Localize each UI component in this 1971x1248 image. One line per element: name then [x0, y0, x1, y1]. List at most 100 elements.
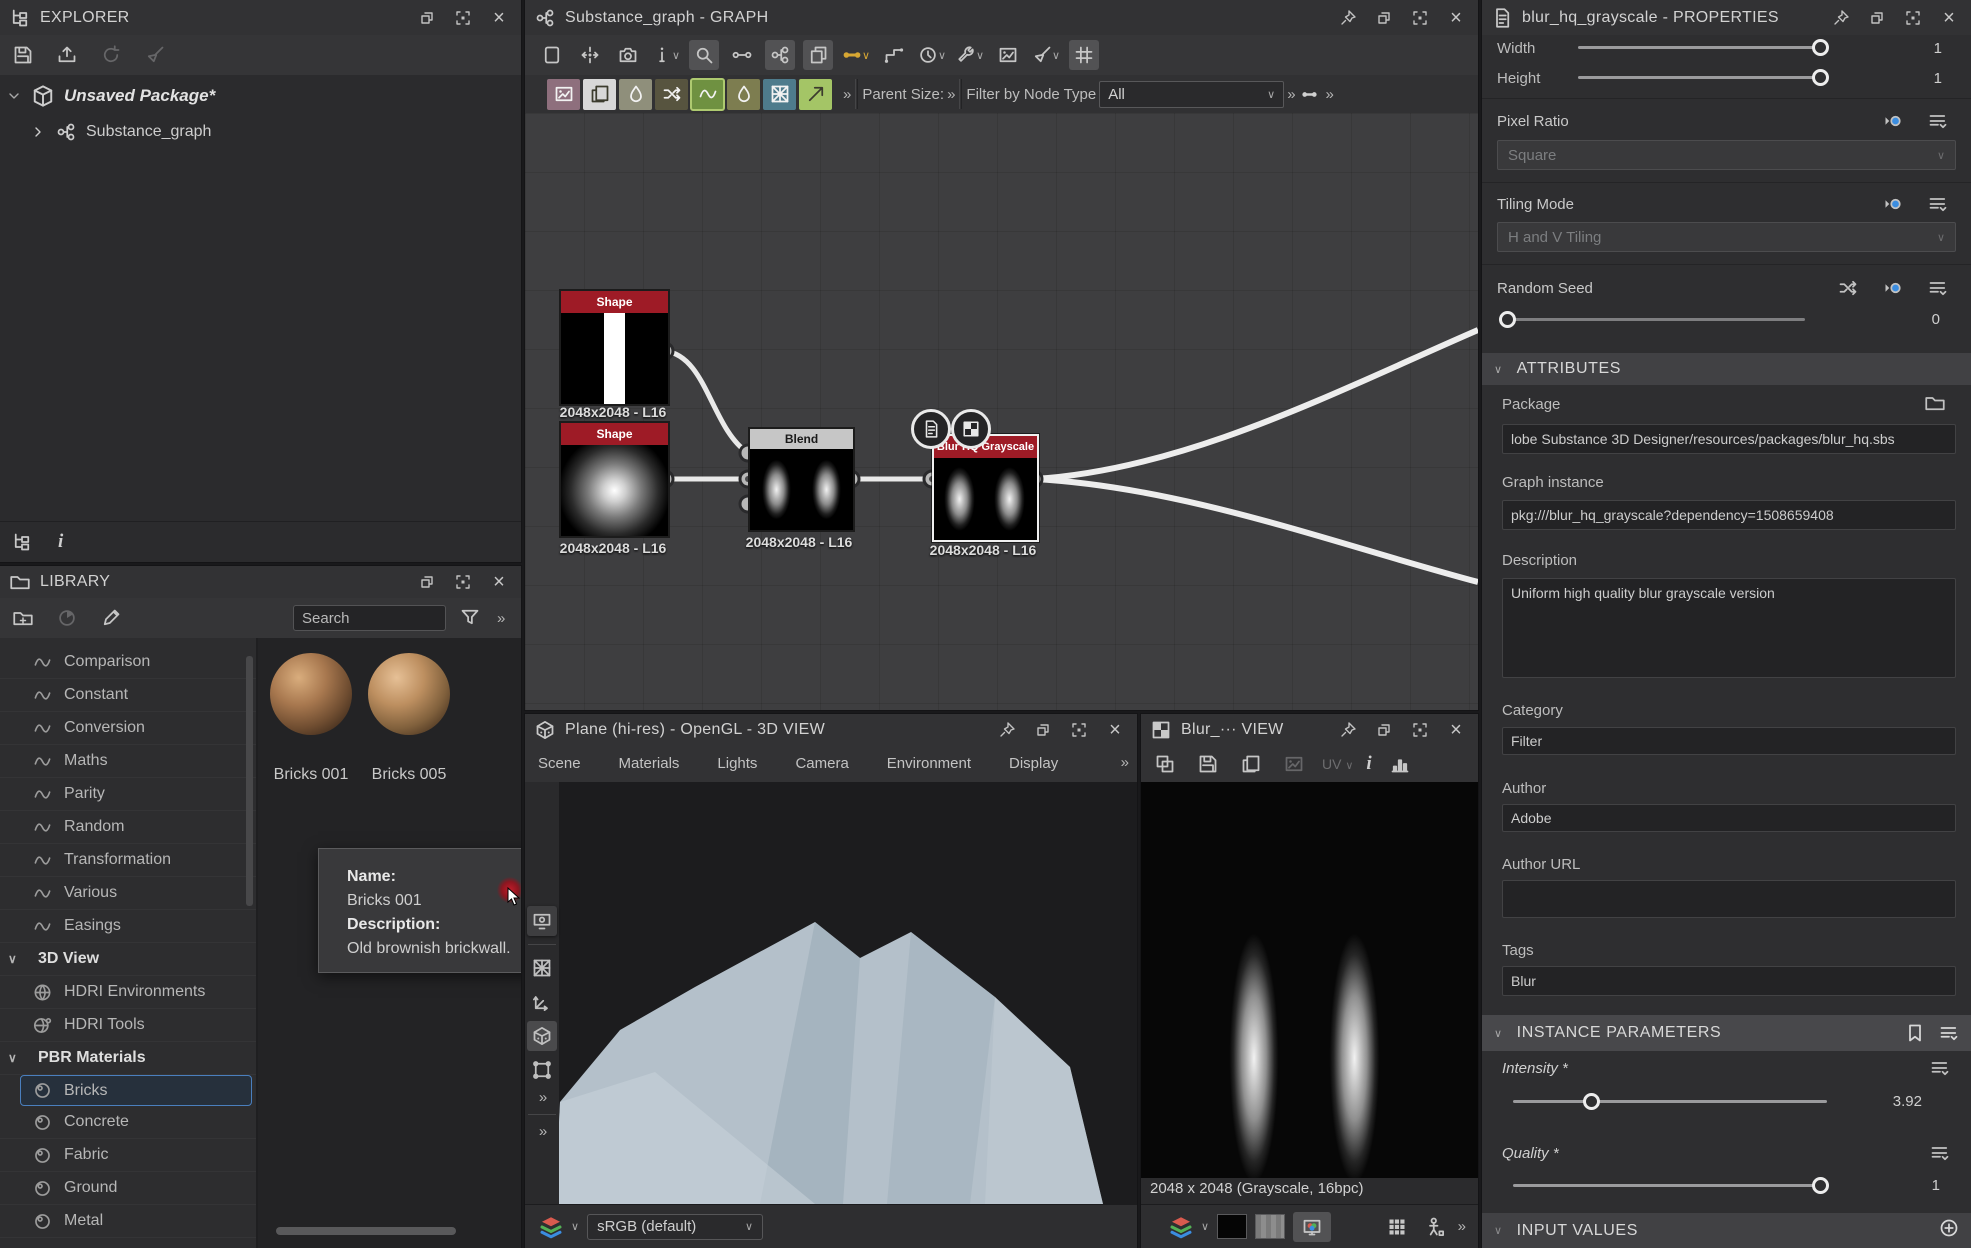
tile-view-button[interactable] — [1382, 1212, 1412, 1242]
display-filter-button[interactable] — [1293, 1212, 1331, 1242]
pixel-ratio-menu-button[interactable] — [1925, 108, 1951, 134]
library-float-button[interactable] — [415, 570, 439, 594]
library-item-bricks[interactable]: Bricks — [20, 1075, 252, 1106]
reload-button[interactable] — [96, 40, 126, 70]
library-item-hdri-tools[interactable]: HDRI Tools — [0, 1009, 256, 1042]
mannequin-button[interactable] — [1420, 1212, 1450, 1242]
view2d-close-button[interactable]: × — [1444, 718, 1468, 742]
screenshot-button[interactable] — [613, 40, 643, 70]
library-list-scrollbar[interactable] — [246, 656, 253, 906]
uv-mode-dropdown[interactable]: UV ∨ — [1322, 756, 1353, 772]
material-thumbnail-bricks-001[interactable] — [270, 653, 352, 735]
clean-button[interactable] — [140, 40, 170, 70]
library-item-various[interactable]: Various — [0, 877, 256, 910]
tree-item-graph[interactable]: Substance_graph — [30, 122, 211, 142]
view3d-menu-overflow-icon[interactable]: » — [1121, 754, 1127, 771]
quality-slider[interactable] — [1513, 1184, 1827, 1187]
library-maximize-button[interactable] — [451, 570, 475, 594]
attributes-section-header[interactable]: ∨ ATTRIBUTES — [1482, 353, 1971, 385]
view2d-viewport[interactable] — [1141, 782, 1478, 1178]
node-type-uniform-color-button[interactable] — [583, 79, 616, 110]
add-input-button[interactable] — [1939, 1218, 1959, 1238]
link-mode-button[interactable] — [727, 40, 757, 70]
library-item-parity[interactable]: Parity — [0, 778, 256, 811]
node-type-directional-warp-button[interactable] — [799, 79, 832, 110]
search-button[interactable] — [689, 40, 719, 70]
node-type-overflow-icon[interactable]: » — [843, 86, 849, 103]
pixel-ratio-function-button[interactable] — [1880, 108, 1906, 134]
copy-image-button[interactable] — [1236, 749, 1266, 779]
intensity-slider[interactable] — [1513, 1100, 1827, 1103]
expand-chevron-icon[interactable] — [30, 124, 46, 140]
explorer-float-button[interactable] — [415, 6, 439, 30]
colorspace-dropdown[interactable]: sRGB (default) ∨ — [587, 1214, 763, 1240]
transform-gizmo-button[interactable] — [527, 987, 557, 1017]
display-settings-button[interactable] — [527, 906, 557, 936]
tree-item-package[interactable]: Unsaved Package* — [6, 85, 215, 107]
library-item-hdri-environments[interactable]: HDRI Environments — [0, 976, 256, 1009]
instance-params-menu-button[interactable] — [1939, 1023, 1959, 1043]
toolbar-overflow-icon[interactable]: » — [1326, 86, 1332, 103]
view2d-float-button[interactable] — [1372, 718, 1396, 742]
thumbnails-button[interactable] — [993, 40, 1023, 70]
pixel-ratio-dropdown[interactable]: Square ∨ — [1497, 140, 1956, 170]
save-button[interactable] — [8, 40, 38, 70]
graph-view-button[interactable] — [765, 40, 795, 70]
tools-button[interactable]: ∨ — [955, 40, 985, 70]
material-thumbnail-bricks-005[interactable] — [368, 653, 450, 735]
edit-button[interactable] — [96, 603, 126, 633]
intensity-slider-handle[interactable] — [1583, 1093, 1600, 1110]
filter-button[interactable] — [455, 602, 485, 632]
node-type-filter-dropdown[interactable]: All ∨ — [1099, 81, 1284, 108]
perspective-button[interactable] — [527, 1021, 557, 1051]
graph-instance-input[interactable] — [1502, 500, 1956, 530]
view2d-colorspace-chevron[interactable]: ∨ — [1201, 1220, 1209, 1233]
library-item-comparison[interactable]: Comparison — [0, 646, 256, 679]
uv-quad-button[interactable] — [527, 953, 557, 983]
properties-pin-button[interactable] — [1829, 6, 1853, 30]
random-seed-slider[interactable] — [1507, 318, 1805, 321]
node-shape-2[interactable]: Shape — [559, 421, 670, 538]
library-item-random[interactable]: Random — [0, 811, 256, 844]
tiling-function-button[interactable] — [1880, 191, 1906, 217]
section-chevron-icon[interactable]: ∨ — [8, 1051, 26, 1065]
library-item-transformation[interactable]: Transformation — [0, 844, 256, 877]
info-tab-icon[interactable]: i — [58, 531, 63, 553]
preset-button[interactable] — [1905, 1023, 1925, 1043]
snap-grid-button[interactable] — [1069, 40, 1099, 70]
properties-maximize-button[interactable] — [1901, 6, 1925, 30]
node-blend[interactable]: Blend — [748, 427, 855, 532]
view3d-pin-button[interactable] — [995, 718, 1019, 742]
instance-parameters-header[interactable]: ∨ INSTANCE PARAMETERS — [1482, 1015, 1971, 1051]
library-item-ground[interactable]: Ground — [0, 1172, 256, 1205]
width-slider[interactable] — [1578, 46, 1827, 49]
random-seed-menu-button[interactable] — [1925, 275, 1951, 301]
layers-button[interactable] — [803, 40, 833, 70]
actual-size-button[interactable] — [575, 40, 605, 70]
node-type-gradient-map-button[interactable] — [763, 79, 796, 110]
library-item-easings[interactable]: Easings — [0, 910, 256, 943]
library-search-input[interactable] — [293, 605, 446, 631]
random-seed-function-button[interactable] — [1880, 275, 1906, 301]
library-item-3d-view[interactable]: ∨3D View — [0, 943, 256, 976]
clean-graph-button[interactable]: ∨ — [1031, 40, 1061, 70]
menu-environment[interactable]: Environment — [887, 755, 971, 772]
description-textarea[interactable]: Uniform high quality blur grayscale vers… — [1502, 578, 1956, 678]
background-toggle-button[interactable] — [1150, 749, 1180, 779]
width-slider-handle[interactable] — [1812, 39, 1829, 56]
connector-style-button[interactable] — [879, 40, 909, 70]
save-image-button[interactable] — [1193, 749, 1223, 779]
graph-pin-button[interactable] — [1336, 6, 1360, 30]
node-type-blend-button[interactable] — [619, 79, 652, 110]
transform-image-button[interactable] — [1279, 749, 1309, 779]
hierarchy-tab-icon[interactable] — [12, 532, 32, 552]
library-item-metal[interactable]: Metal — [0, 1205, 256, 1238]
image-info-button[interactable]: i — [1366, 753, 1371, 775]
link-color-button[interactable]: ∨ — [841, 40, 871, 70]
node-type-transform-button[interactable] — [655, 79, 688, 110]
package-folder-button[interactable] — [1922, 390, 1948, 416]
library-item-maths[interactable]: Maths — [0, 745, 256, 778]
menu-materials[interactable]: Materials — [619, 755, 680, 772]
export-button[interactable] — [52, 40, 82, 70]
properties-close-button[interactable]: × — [1937, 6, 1961, 30]
